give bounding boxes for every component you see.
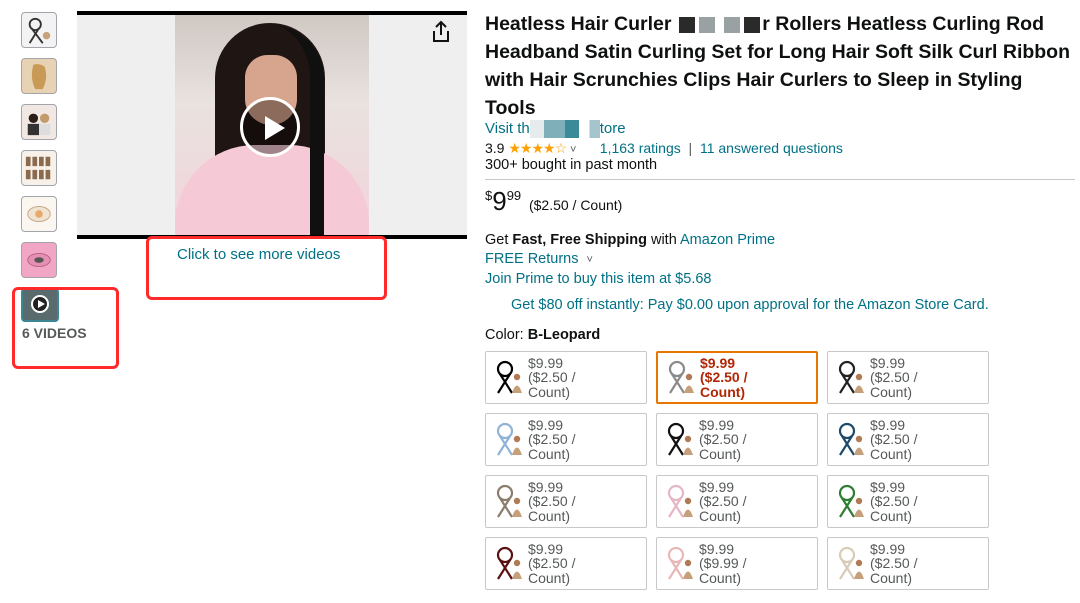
redaction-block [678, 16, 695, 33]
hair-photo-icon [31, 64, 47, 90]
color-swatch[interactable]: $9.99 ($9.99 /Count) [656, 537, 818, 591]
scrunchie-photo-icon [27, 252, 51, 268]
swatch-price: $9.99 ($2.50 /Count) [528, 416, 576, 462]
redaction-block [744, 16, 761, 33]
thumbnail-6[interactable] [21, 242, 57, 278]
product-title: Heatless Hair Curler r Rollers Heatless … [485, 13, 1071, 119]
curler-icon [838, 484, 864, 518]
main-video-player[interactable] [77, 11, 467, 239]
swatch-price: $9.99 ($2.50 /Count) [870, 540, 918, 586]
price-block: $999 ($2.50 / Count) [485, 186, 623, 217]
shipping-info: Get Fast, Free Shipping with Amazon Prim… [485, 231, 1075, 289]
package-photo-icon [27, 206, 51, 222]
color-swatch[interactable]: $9.99 ($2.50 /Count) [485, 475, 647, 529]
price-whole: 9 [492, 186, 507, 217]
bought-count: 300+ bought in past month [485, 157, 658, 174]
grid-photo-icon [25, 156, 51, 180]
divider [485, 179, 1075, 181]
thumbnail-3[interactable] [21, 104, 57, 140]
color-swatch[interactable]: $9.99 ($2.50 /Count) [485, 537, 647, 591]
swatch-price: $9.99 ($2.50 /Count) [528, 354, 576, 400]
color-swatch[interactable]: $9.99 ($2.50 /Count) [485, 351, 647, 405]
play-button[interactable] [240, 97, 300, 157]
highlight-box-videos [12, 287, 119, 369]
swatch-price: $9.99 ($2.50 /Count) [870, 354, 918, 400]
curler-icon [496, 360, 522, 394]
color-label: Color: B-Leopard [485, 327, 601, 344]
free-returns-link[interactable]: FREE Returns ˅ [485, 250, 1075, 270]
swatch-price: $9.99 ($2.50 /Count) [528, 540, 576, 586]
thumbnail-2[interactable] [21, 58, 57, 94]
redaction-block [529, 120, 600, 139]
ratings-link[interactable]: 1,163 ratings [600, 140, 681, 156]
thumbnail-5[interactable] [21, 196, 57, 232]
star-rating-icon[interactable]: ★★★★☆ [508, 140, 567, 156]
curler-icon [838, 360, 864, 394]
curler-icon [496, 484, 522, 518]
swatch-price: $9.99 ($2.50 /Count) [699, 416, 747, 462]
thumbnail-4[interactable] [21, 150, 57, 186]
swatch-price: $9.99 ($9.99 /Count) [699, 540, 747, 586]
highlight-box-more-videos [146, 236, 387, 300]
swatch-price: $9.99 ($2.50 /Count) [528, 478, 576, 524]
color-swatch[interactable]: $9.99 ($2.50 /Count) [485, 413, 647, 467]
color-swatch-grid: $9.99 ($2.50 /Count) $9.99 ($2.50 /Count) $9… [485, 351, 1075, 591]
color-swatch[interactable]: $9.99 ($2.50 /Count) [656, 413, 818, 467]
curler-icon [667, 422, 693, 456]
swatch-price: $9.99 ($2.50 /Count) [700, 354, 748, 400]
thumbnail-1[interactable] [21, 12, 57, 48]
color-swatch[interactable]: $9.99 ($2.50 /Count) [656, 475, 818, 529]
color-swatch[interactable]: $9.99 ($2.50 /Count) [827, 413, 989, 467]
selected-color: B-Leopard [527, 327, 601, 344]
chevron-down-icon: ˅ [586, 254, 593, 267]
swatch-price: $9.99 ($2.50 /Count) [870, 478, 918, 524]
price-fraction: 99 [506, 188, 522, 204]
curler-icon [838, 422, 864, 456]
share-icon[interactable] [430, 20, 452, 44]
curler-icon [496, 422, 522, 456]
color-swatch[interactable]: $9.99 ($2.50 /Count) [656, 351, 818, 405]
curler-icon [667, 546, 693, 580]
swatch-price: $9.99 ($2.50 /Count) [870, 416, 918, 462]
curler-icon [668, 360, 694, 394]
product-details: Heatless Hair Curler r Rollers Heatless … [485, 10, 1075, 591]
color-swatch[interactable]: $9.99 ($2.50 /Count) [827, 537, 989, 591]
curler-icon [28, 17, 51, 44]
chevron-down-icon[interactable]: ˅ [570, 144, 576, 156]
visit-store-link[interactable]: Visit th tore [485, 120, 1075, 139]
join-prime-link[interactable]: Join Prime to buy this item at $5.68 [485, 270, 1075, 289]
curler-icon [496, 546, 522, 580]
rating-row: 3.9 ★★★★☆ ˅ 1,163 ratings | 11 answered … [485, 140, 1075, 157]
redaction-block [698, 16, 715, 33]
answered-questions-link[interactable]: 11 answered questions [700, 140, 843, 156]
color-swatch[interactable]: $9.99 ($2.50 /Count) [827, 475, 989, 529]
rating-value: 3.9 [485, 140, 505, 157]
redaction-block [724, 16, 741, 33]
thumbnail-rail [21, 12, 61, 322]
separator: | [688, 140, 693, 157]
swatch-price: $9.99 ($2.50 /Count) [699, 478, 747, 524]
store-card-promo[interactable]: Get $80 off instantly: Pay $0.00 upon ap… [511, 297, 1075, 313]
price-per-unit: ($2.50 / Count) [528, 197, 623, 214]
models-photo-icon [27, 113, 51, 136]
color-swatch[interactable]: $9.99 ($2.50 /Count) [827, 351, 989, 405]
curler-icon [667, 484, 693, 518]
amazon-prime-link[interactable]: Amazon Prime [680, 232, 775, 248]
curler-icon [838, 546, 864, 580]
